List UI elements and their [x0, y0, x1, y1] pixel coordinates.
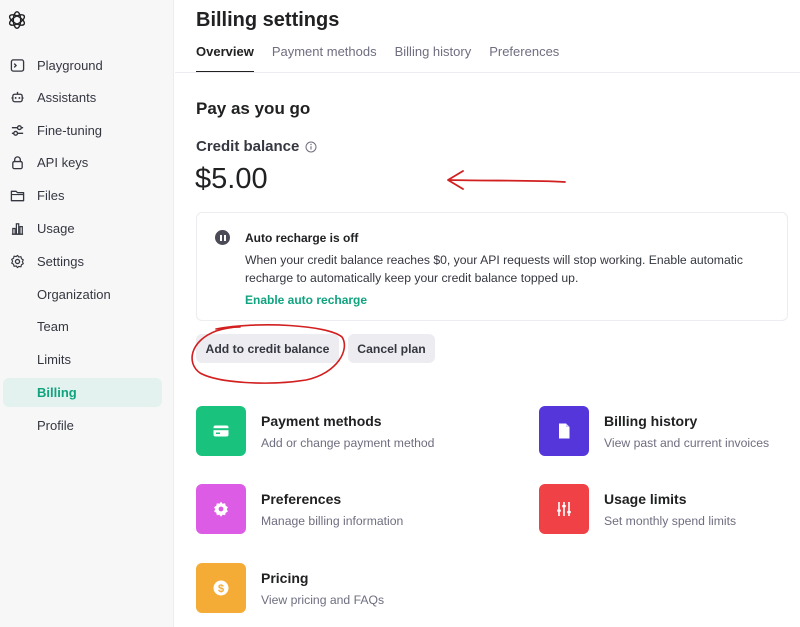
credit-balance-label-text: Credit balance: [196, 138, 300, 155]
sidebar: Playground Assistants Fine-tuning API ke…: [0, 0, 174, 627]
preferences-card[interactable]: Preferences Manage billing information: [196, 484, 403, 534]
sidebar-item-playground[interactable]: Playground: [3, 51, 162, 80]
sidebar-item-label: Assistants: [37, 90, 97, 105]
card-title: Billing history: [604, 413, 698, 429]
sidebar-item-label: Team: [37, 319, 69, 334]
sidebar-item-api-keys[interactable]: API keys: [3, 148, 162, 177]
lock-icon: [9, 155, 25, 171]
credit-card-icon: [196, 406, 246, 456]
sidebar-item-label: Files: [37, 188, 65, 203]
sidebar-subitem-team[interactable]: Team: [3, 312, 162, 341]
svg-text:$: $: [218, 583, 224, 595]
card-title: Payment methods: [261, 413, 382, 429]
annotation-arrow-icon: [447, 170, 566, 190]
terminal-icon: [9, 58, 25, 74]
annotation-circle-icon: [191, 324, 346, 384]
auto-recharge-alert: Auto recharge is off When your credit ba…: [196, 212, 788, 321]
alert-body: When your credit balance reaches $0, you…: [245, 253, 743, 285]
credit-balance-label: Credit balance: [196, 138, 317, 155]
bar-chart-icon: [9, 221, 25, 237]
card-subtitle: Manage billing information: [261, 514, 404, 528]
dollar-icon: $: [196, 563, 246, 613]
sidebar-subitem-billing[interactable]: Billing: [3, 378, 162, 407]
openai-logo-icon[interactable]: [6, 9, 28, 31]
document-icon: [539, 406, 589, 456]
usage-limits-card[interactable]: Usage limits Set monthly spend limits: [539, 484, 736, 534]
pricing-card[interactable]: $ Pricing View pricing and FAQs: [196, 563, 384, 613]
enable-auto-recharge-link[interactable]: Enable auto recharge: [245, 293, 367, 307]
sidebar-subitem-organization[interactable]: Organization: [3, 280, 162, 309]
sliders-icon: [9, 123, 25, 139]
sidebar-item-settings[interactable]: Settings: [3, 247, 162, 276]
sidebar-item-assistants[interactable]: Assistants: [3, 83, 162, 112]
sliders-icon: [539, 484, 589, 534]
sidebar-subitem-limits[interactable]: Limits: [3, 345, 162, 374]
card-title: Preferences: [261, 491, 342, 507]
payment-methods-card[interactable]: Payment methods Add or change payment me…: [196, 406, 434, 456]
folder-icon: [9, 188, 25, 204]
billing-history-card[interactable]: Billing history View past and current in…: [539, 406, 769, 456]
sidebar-item-label: Organization: [37, 287, 111, 302]
tab-overview[interactable]: Overview: [196, 44, 254, 73]
tab-payment-methods[interactable]: Payment methods: [272, 44, 377, 73]
sidebar-item-usage[interactable]: Usage: [3, 214, 162, 243]
page-title: Billing settings: [196, 9, 340, 31]
sidebar-item-label: Playground: [37, 58, 103, 73]
card-subtitle: Add or change payment method: [261, 436, 435, 450]
gear-icon: [9, 254, 25, 270]
card-subtitle: Set monthly spend limits: [604, 514, 737, 528]
gear-icon: [196, 484, 246, 534]
tab-preferences[interactable]: Preferences: [489, 44, 559, 73]
sidebar-item-label: Settings: [37, 254, 84, 269]
main-content: Billing settings Overview Payment method…: [175, 0, 800, 627]
info-icon[interactable]: [305, 141, 317, 153]
sidebar-item-label: Fine-tuning: [37, 123, 103, 138]
sidebar-item-fine-tuning[interactable]: Fine-tuning: [3, 116, 162, 145]
robot-icon: [9, 90, 25, 106]
tab-billing-history[interactable]: Billing history: [395, 44, 472, 73]
card-subtitle: View past and current invoices: [604, 436, 770, 450]
cancel-plan-button[interactable]: Cancel plan: [348, 334, 435, 363]
credit-balance-amount: $5.00: [195, 163, 268, 195]
sidebar-item-label: Usage: [37, 221, 75, 236]
sidebar-item-files[interactable]: Files: [3, 181, 162, 210]
sidebar-subitem-profile[interactable]: Profile: [3, 411, 162, 440]
sidebar-item-label: API keys: [37, 155, 89, 170]
pause-icon: [215, 230, 230, 245]
card-subtitle: View pricing and FAQs: [261, 593, 385, 607]
sidebar-item-label: Limits: [37, 352, 71, 367]
card-title: Usage limits: [604, 491, 687, 507]
tab-bar: Overview Payment methods Billing history…: [196, 44, 559, 73]
card-title: Pricing: [261, 570, 309, 586]
alert-title: Auto recharge is off: [245, 231, 359, 245]
section-title: Pay as you go: [196, 99, 311, 118]
tab-divider: [175, 72, 800, 73]
sidebar-item-label: Profile: [37, 418, 74, 433]
sidebar-item-label: Billing: [37, 385, 77, 400]
